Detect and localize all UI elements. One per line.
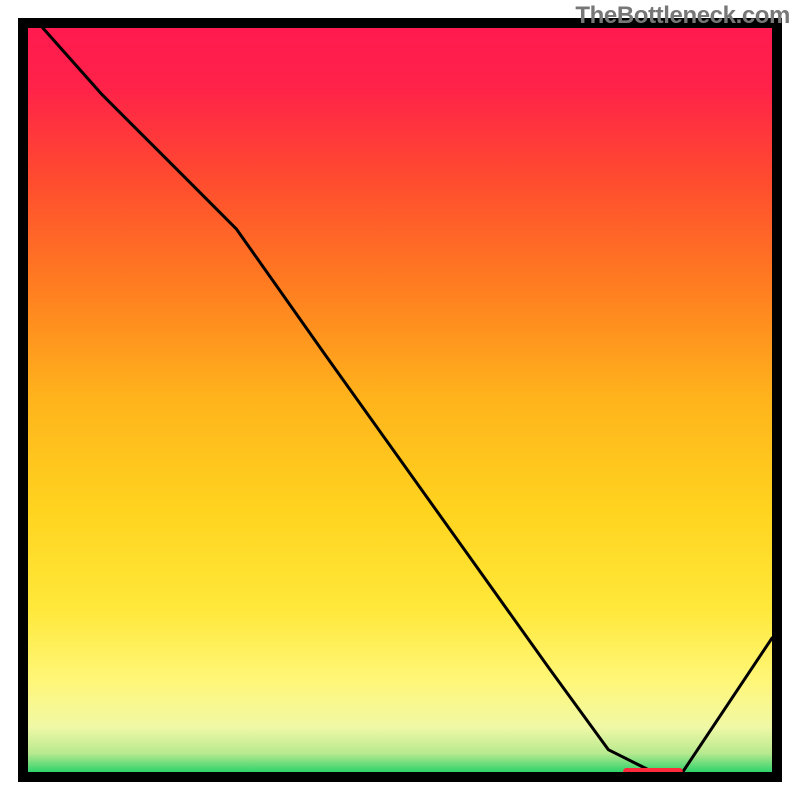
watermark-text: TheBottleneck.com (575, 2, 790, 30)
plot-background (28, 28, 772, 772)
chart-frame: TheBottleneck.com (0, 0, 800, 800)
bottleneck-chart (0, 0, 800, 800)
